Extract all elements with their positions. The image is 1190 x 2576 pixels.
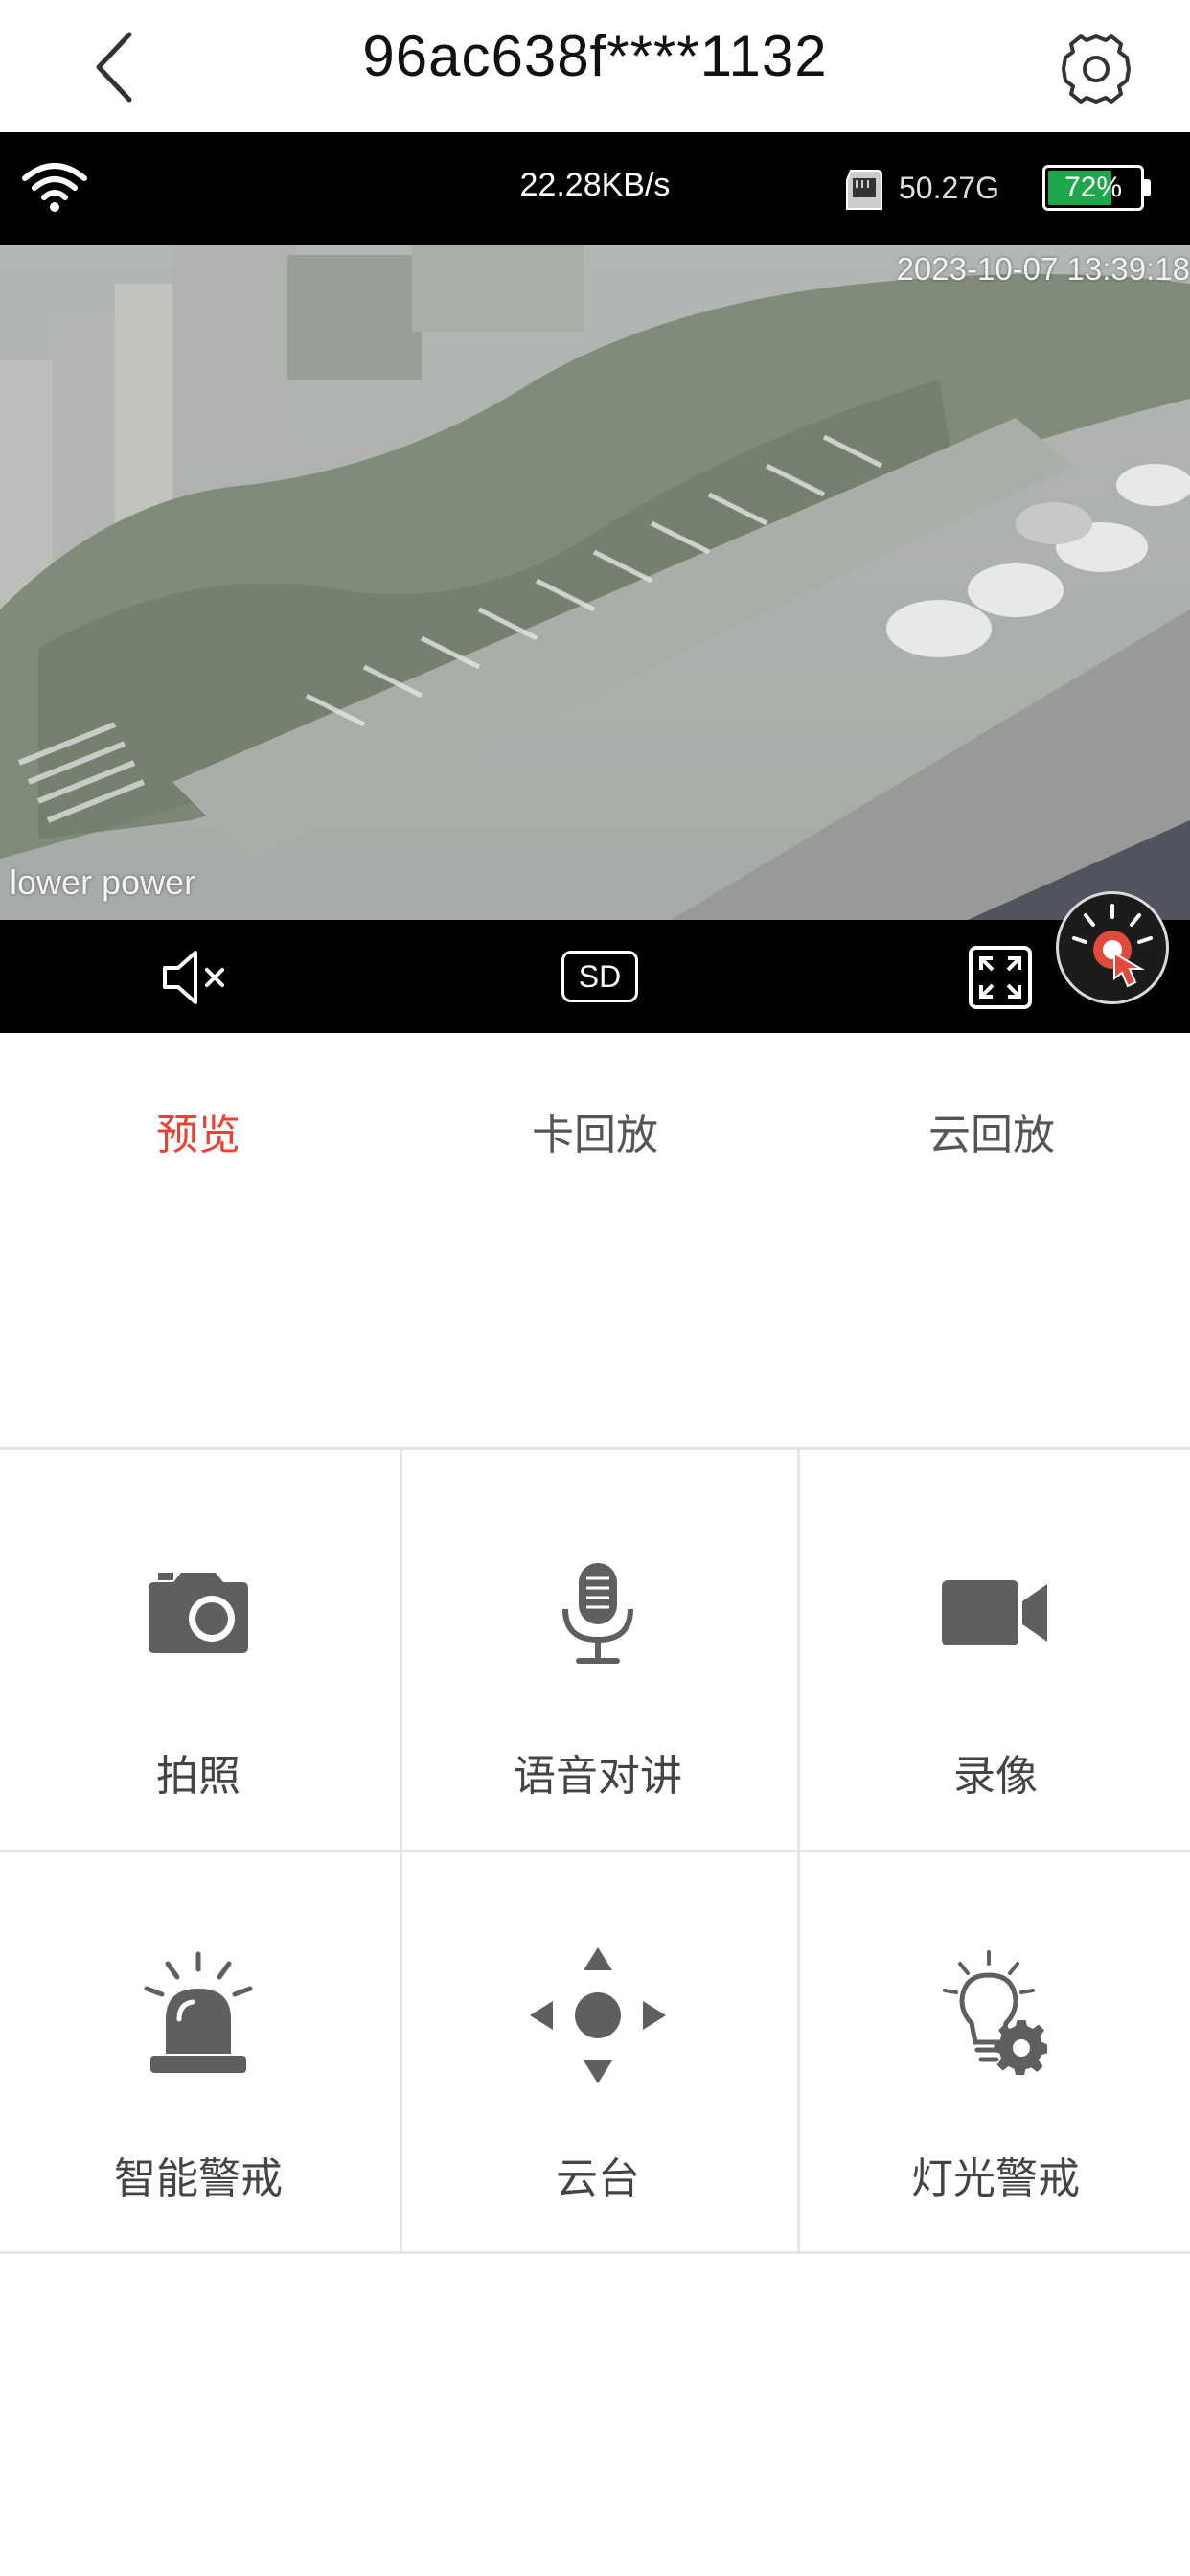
light-alert-button[interactable]: 灯光警戒 <box>797 1852 1190 2253</box>
smart-alert-label: 智能警戒 <box>114 2154 283 2203</box>
video-timestamp: 2023-10-07 13:39:18 <box>896 251 1190 287</box>
fullscreen-icon <box>969 946 1032 1009</box>
tab-cloud-playback[interactable]: 云回放 <box>793 1100 1190 1162</box>
light-settings-icon <box>943 1950 1047 2075</box>
settings-gear-icon <box>1062 34 1131 104</box>
settings-button[interactable] <box>1048 21 1144 117</box>
network-speed: 22.28KB/s <box>519 167 671 203</box>
intercom-button[interactable]: 语音对讲 <box>400 1450 796 1851</box>
video-control-bar: SD <box>0 920 1190 1033</box>
camera-status-bar: 22.28KB/s 50.27G 72% <box>0 132 1190 245</box>
alarm-trigger-button[interactable] <box>1056 891 1169 1004</box>
tab-preview[interactable]: 预览 <box>0 1100 397 1162</box>
snapshot-label: 拍照 <box>156 1752 240 1801</box>
alarm-siren-icon <box>144 1951 253 2073</box>
battery-percentage: 72% <box>1064 172 1123 203</box>
low-power-overlay: lower power <box>10 862 196 902</box>
siren-touch-icon <box>1072 904 1153 988</box>
video-frame-image <box>0 245 1190 920</box>
smart-alert-button[interactable]: 智能警戒 <box>0 1852 397 2253</box>
record-button[interactable]: 录像 <box>797 1450 1190 1851</box>
video-camera-icon <box>942 1580 1047 1645</box>
intercom-label: 语音对讲 <box>514 1752 682 1801</box>
playback-mode-tabs: 预览 卡回放 云回放 <box>0 1033 1190 1225</box>
sd-card-icon <box>846 170 882 210</box>
speaker-mute-icon <box>163 951 224 1004</box>
battery-tip <box>1144 179 1151 196</box>
snapshot-button[interactable]: 拍照 <box>0 1450 397 1851</box>
top-navigation-bar: 96ac638f****1132 <box>0 0 1190 132</box>
camera-icon <box>149 1573 248 1653</box>
function-grid: 拍照 语音对讲 录像 智能警戒 云台 灯光警戒 <box>0 1447 1190 2254</box>
light-alert-label: 灯光警戒 <box>911 2154 1080 2203</box>
battery-indicator: 72% <box>1042 165 1144 211</box>
device-title: 96ac638f****1132 <box>362 24 828 88</box>
ptz-button[interactable]: 云台 <box>400 1852 796 2253</box>
quality-toggle-button[interactable]: SD <box>561 951 638 1002</box>
tab-card-playback[interactable]: 卡回放 <box>397 1100 793 1162</box>
fullscreen-button[interactable] <box>968 945 1033 1014</box>
ptz-direction-icon <box>530 1947 666 2083</box>
storage-remaining: 50.27G <box>899 171 999 205</box>
record-label: 录像 <box>953 1752 1038 1801</box>
microphone-icon <box>562 1563 633 1664</box>
mute-button[interactable] <box>159 947 236 1012</box>
ptz-label: 云台 <box>556 2154 640 2203</box>
live-video-feed[interactable]: 2023-10-07 13:39:18 lower power <box>0 245 1190 920</box>
